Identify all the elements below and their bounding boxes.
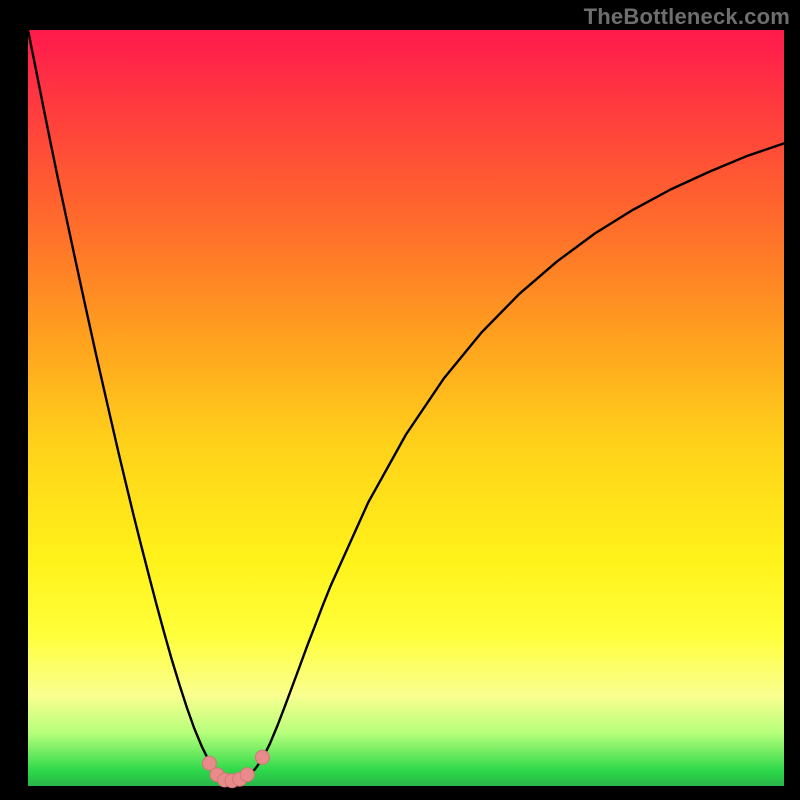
watermark-text: TheBottleneck.com	[584, 4, 790, 30]
curve-marker	[255, 750, 269, 764]
plot-area	[28, 30, 784, 786]
chart-frame: TheBottleneck.com	[0, 0, 800, 800]
bottleneck-curve	[28, 30, 784, 786]
curve-marker	[240, 768, 254, 782]
